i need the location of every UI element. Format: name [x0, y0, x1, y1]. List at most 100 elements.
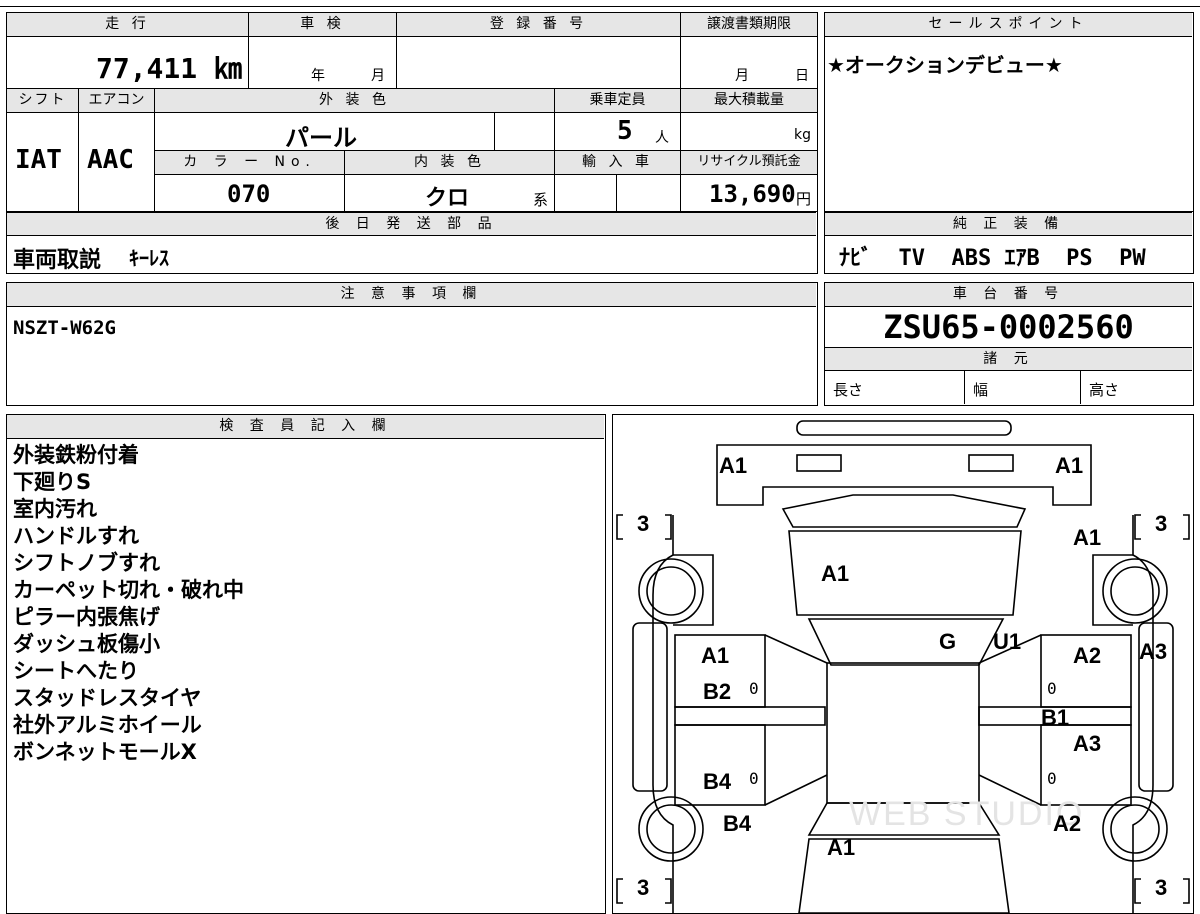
- remark-item: カーペット切れ・破れ中: [13, 578, 244, 602]
- sales-point-box: セールスポイント ★オークションデビュー★: [824, 12, 1194, 212]
- zero-mark: 0: [1047, 769, 1057, 788]
- later-parts-extra: ｷｰﾚｽ: [129, 246, 169, 270]
- damage-door-left-front: A1: [701, 643, 730, 668]
- damage-pillar-right: U1: [993, 629, 1022, 654]
- chassis-header: 車 台 番 号: [825, 283, 1192, 307]
- max-load-header: 最大積載量: [681, 89, 817, 113]
- registration-header: 登 録 番 号: [397, 13, 681, 37]
- exterior-color-header: 外 装 色: [155, 89, 555, 113]
- genuine-equipment-box: 純 正 装 備 ﾅﾋﾞ TV ABS ｴｱB PS PW: [824, 212, 1194, 274]
- inspection-year-label: 年: [311, 68, 325, 84]
- damage-door-right-front: A2: [1073, 643, 1102, 668]
- headlight-right-shape: [968, 454, 1014, 472]
- damage-hood: A1: [821, 561, 850, 586]
- windshield-shape: [807, 618, 1005, 666]
- import-header: 輸 入 車: [555, 151, 681, 175]
- wheel-fl-shape: [638, 558, 704, 624]
- damage-step-right: A3: [1139, 639, 1168, 664]
- later-parts-text: 車両取説: [13, 248, 102, 273]
- remark-item: ボンネットモールX: [13, 740, 197, 764]
- damage-quarter-right: A2: [1053, 811, 1082, 836]
- zero-mark: 0: [1047, 679, 1057, 698]
- car-diagram-svg: [616, 420, 1190, 913]
- remark-item: スタッドレスタイヤ: [13, 686, 202, 710]
- inspection-header: 車 検: [249, 13, 397, 37]
- left-sill-shape: [674, 706, 826, 726]
- max-load-cell: kg: [681, 113, 817, 151]
- damage-windshield: G: [939, 629, 957, 654]
- interior-suffix: 系: [533, 191, 549, 209]
- remark-item: ハンドルすれ: [13, 524, 139, 548]
- color-no-value: 070: [227, 180, 271, 208]
- notes-box: 注 意 事 項 欄 NSZT-W62G: [6, 282, 818, 406]
- remark-item: 室内汚れ: [13, 497, 97, 521]
- body-outline-shape: [652, 515, 1154, 913]
- spec-header: 諸 元: [825, 347, 1192, 371]
- exterior-color-value: パール: [285, 124, 357, 152]
- left-step-shape: [632, 622, 668, 792]
- damage-sill-right: B1: [1041, 705, 1070, 730]
- spec-width: 幅: [965, 371, 1081, 404]
- tire-tl-label: 3: [637, 511, 650, 536]
- damage-front-left: A1: [719, 453, 748, 478]
- zero-mark: 0: [749, 679, 759, 698]
- damage-quarter-left: B4: [723, 811, 752, 836]
- aircon-cell: AAC: [79, 113, 155, 211]
- spec-length: 長さ: [825, 371, 965, 404]
- top-strip: [0, 0, 1200, 7]
- tire-br-label: 3: [1155, 875, 1168, 900]
- spec-height: 高さ: [1081, 371, 1192, 404]
- car-diagram-box: WEB STUDIO 3 3 3 3 A1 A1 A1 A1 G U1 A1 B…: [612, 414, 1194, 914]
- front-bumper-shape: [796, 420, 1012, 436]
- inspector-box: 検 査 員 記 入 欄 外装鉄粉付着 下廻りS 室内汚れ ハンドルすれ シフトノ…: [6, 414, 606, 914]
- remark-item: 下廻りS: [13, 470, 92, 494]
- roof-shape: [826, 662, 980, 804]
- recycle-header: リサイクル預託金: [681, 151, 817, 175]
- spec-length-label: 長さ: [833, 381, 864, 399]
- damage-door-right-rear: A3: [1073, 731, 1102, 756]
- interior-color-cell: クロ 系: [345, 175, 555, 211]
- color-no-cell: 070: [155, 175, 345, 211]
- exterior-color-cell: パール: [155, 113, 495, 152]
- sales-point-header: セールスポイント: [825, 13, 1192, 37]
- recycle-cell: 13,690 円: [681, 175, 817, 211]
- mileage-header: 走 行: [7, 13, 249, 37]
- damage-front-right: A1: [1055, 453, 1084, 478]
- damage-door-left-front-2: B2: [703, 679, 732, 704]
- max-load-unit: kg: [794, 127, 811, 143]
- zero-mark: 0: [749, 769, 759, 788]
- damage-door-left-rear: B4: [703, 769, 732, 794]
- remark-item: 外装鉄粉付着: [13, 443, 139, 467]
- recycle-value: 13,690: [709, 180, 796, 208]
- later-parts-box: 後 日 発 送 部 品 車両取説 ｷｰﾚｽ: [6, 212, 818, 274]
- transfer-cell: 月 日: [681, 37, 817, 89]
- inspection-month-label: 月: [371, 68, 385, 84]
- transfer-header: 譲渡書類期限: [681, 13, 817, 37]
- transfer-month-label: 月: [735, 68, 749, 84]
- chassis-number: ZSU65-0002560: [883, 308, 1134, 346]
- interior-color-value: クロ: [425, 186, 470, 211]
- aircon-value: AAC: [87, 145, 134, 175]
- inspection-cell: 年 月: [249, 37, 397, 89]
- vehicle-info-table: 走 行 車 検 登 録 番 号 譲渡書類期限 77,411 ㎞ 年 月 月 日 …: [6, 12, 818, 212]
- remark-item: ピラー内張焦げ: [13, 605, 160, 629]
- sales-point-text: ★オークションデビュー★: [827, 53, 1063, 77]
- wheel-fr-shape: [1102, 558, 1168, 624]
- later-parts-header: 後 日 発 送 部 品: [7, 212, 816, 236]
- color-no-header: カ ラ ー No.: [155, 151, 345, 175]
- spec-height-label: 高さ: [1089, 381, 1120, 399]
- damage-rear: A1: [827, 835, 856, 860]
- mileage-cell: 77,411 ㎞: [7, 37, 249, 89]
- import-cell-b: [617, 175, 681, 211]
- grille-shape: [781, 494, 1027, 528]
- capacity-value: 5: [617, 116, 633, 146]
- spec-width-label: 幅: [973, 381, 989, 399]
- tire-bl-label: 3: [637, 875, 650, 900]
- capacity-header: 乗車定員: [555, 89, 681, 113]
- mileage-value: 77,411 ㎞: [95, 52, 242, 85]
- headlight-left-shape: [796, 454, 842, 472]
- remark-item: ダッシュ板傷小: [13, 632, 160, 656]
- notes-text: NSZT-W62G: [13, 317, 116, 339]
- capacity-unit: 人: [655, 130, 669, 146]
- tire-tr-label: 3: [1155, 511, 1168, 536]
